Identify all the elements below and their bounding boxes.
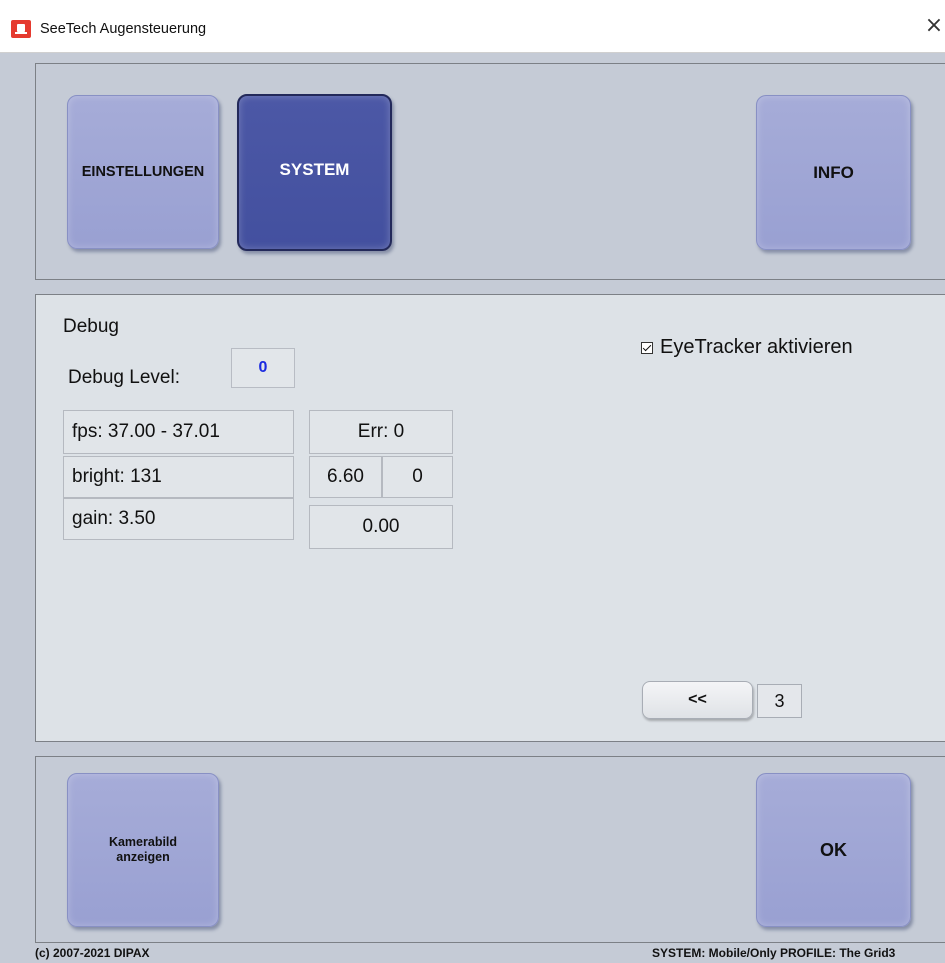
close-icon[interactable]: × <box>924 14 944 38</box>
kamerabild-label-line2: anzeigen <box>116 850 170 864</box>
gain-cell: gain: 3.50 <box>63 498 294 540</box>
back-button[interactable]: << <box>642 681 753 719</box>
fps-cell: fps: 37.00 - 37.01 <box>63 410 294 454</box>
system-button[interactable]: SYSTEM <box>237 94 392 251</box>
kamerabild-button[interactable]: Kamerabild anzeigen <box>67 773 219 927</box>
title-bar: SeeTech Augensteuerung × <box>0 0 945 53</box>
eyetracker-toggle[interactable]: EyeTracker aktivieren <box>641 336 853 359</box>
err-cell: Err: 0 <box>309 410 453 454</box>
value-cell-2: 0 <box>382 456 453 498</box>
kamerabild-label-line1: Kamerabild <box>108 835 178 849</box>
bright-cell: bright: 131 <box>63 456 294 498</box>
copyright-text: (c) 2007-2021 DIPAX <box>35 946 150 960</box>
status-text: SYSTEM: Mobile/Only PROFILE: The Grid3 <box>652 946 896 960</box>
page-number: 3 <box>757 684 802 718</box>
window-title: SeeTech Augensteuerung <box>40 21 207 37</box>
eyetracker-label: EyeTracker aktivieren <box>660 336 853 358</box>
debug-heading: Debug <box>63 316 119 337</box>
value-cell-3: 0.00 <box>309 505 453 549</box>
checkbox-checked-icon[interactable] <box>641 341 653 354</box>
debug-level-label: Debug Level: <box>68 367 180 388</box>
value-cell-1: 6.60 <box>309 456 382 498</box>
ok-button[interactable]: OK <box>756 773 911 927</box>
einstellungen-button[interactable]: EINSTELLUNGEN <box>67 95 219 249</box>
info-button[interactable]: INFO <box>756 95 911 250</box>
app-icon <box>11 20 31 38</box>
debug-level-value[interactable]: 0 <box>231 348 295 388</box>
